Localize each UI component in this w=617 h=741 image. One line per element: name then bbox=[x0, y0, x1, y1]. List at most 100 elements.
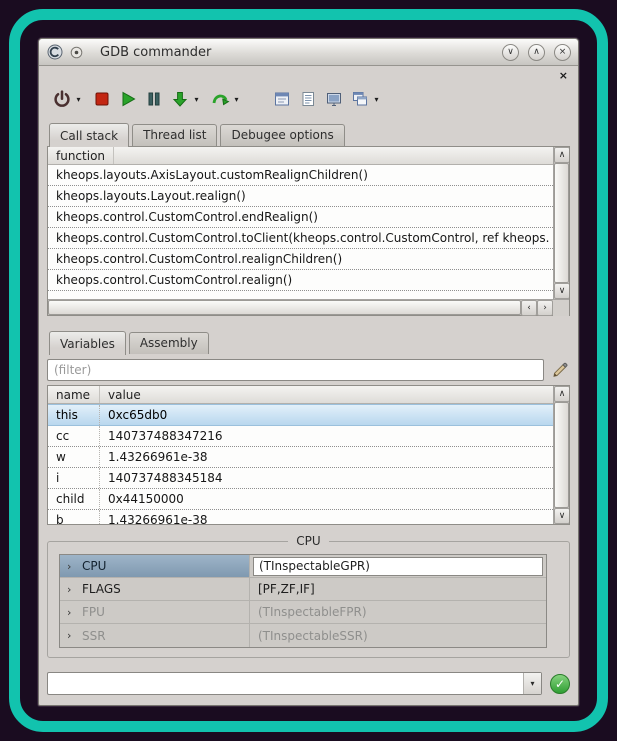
variable-value: 140737488345184 bbox=[100, 468, 553, 488]
titlebar[interactable]: GDB commander ∨ ∧ × bbox=[39, 39, 578, 66]
call-stack-panel: function kheops.layouts.AxisLayout.custo… bbox=[47, 146, 570, 316]
register-group-value: [PF,ZF,IF] bbox=[250, 578, 546, 600]
variable-row[interactable]: b 1.43266961e-38 bbox=[48, 510, 553, 524]
tab-assembly[interactable]: Assembly bbox=[129, 332, 209, 354]
gdb-commander-window: GDB commander ∨ ∧ × × ▾ bbox=[38, 38, 579, 706]
windows-view-button[interactable] bbox=[347, 86, 373, 112]
command-input[interactable] bbox=[48, 673, 523, 694]
column-header-value[interactable]: value bbox=[100, 386, 553, 403]
scrollbar-corner bbox=[553, 300, 569, 316]
cpu-register-row[interactable]: › CPU (TInspectableGPR) bbox=[60, 555, 546, 578]
clear-filter-icon[interactable] bbox=[550, 360, 570, 380]
call-stack-row[interactable]: kheops.control.CustomControl.endRealign(… bbox=[48, 207, 553, 228]
combo-dropdown-button[interactable]: ▾ bbox=[523, 673, 541, 694]
shade-button[interactable]: ∧ bbox=[528, 44, 545, 61]
call-stack-row[interactable]: kheops.layouts.AxisLayout.customRealignC… bbox=[48, 165, 553, 186]
scrollbar-thumb[interactable] bbox=[48, 300, 521, 315]
register-group-name: CPU bbox=[82, 559, 106, 573]
minimize-button[interactable]: ∨ bbox=[502, 44, 519, 61]
window-content: × ▾ ▾ ▾ bbox=[39, 66, 578, 705]
variable-name: b bbox=[48, 510, 100, 524]
inspector-tabbar: Variables Assembly bbox=[47, 330, 570, 354]
variable-row[interactable]: cc 140737488347216 bbox=[48, 426, 553, 447]
call-stack-horizontal-scrollbar[interactable]: ‹ › bbox=[48, 299, 569, 315]
variable-value: 0xc65db0 bbox=[100, 405, 553, 425]
tab-call-stack[interactable]: Call stack bbox=[49, 123, 129, 147]
variable-value: 1.43266961e-38 bbox=[100, 510, 553, 524]
step-over-button[interactable] bbox=[207, 86, 233, 112]
expander-icon[interactable]: › bbox=[67, 606, 75, 619]
variable-row[interactable]: i 140737488345184 bbox=[48, 468, 553, 489]
stack-tabbar: Call stack Thread list Debugee options bbox=[47, 122, 570, 146]
variable-row[interactable]: w 1.43266961e-38 bbox=[48, 447, 553, 468]
stop-button[interactable] bbox=[89, 86, 115, 112]
close-button[interactable]: × bbox=[554, 44, 571, 61]
step-into-button[interactable] bbox=[167, 86, 193, 112]
call-stack-row[interactable]: kheops.control.CustomControl.realign() bbox=[48, 270, 553, 291]
variable-row[interactable]: this 0xc65db0 bbox=[48, 404, 553, 426]
cpu-register-row[interactable]: › FPU (TInspectableFPR) bbox=[60, 601, 546, 624]
variable-name: cc bbox=[48, 426, 100, 446]
tab-thread-list[interactable]: Thread list bbox=[132, 124, 217, 146]
variable-row[interactable]: child 0x44150000 bbox=[48, 489, 553, 510]
cpu-register-row[interactable]: › SSR (TInspectableSSR) bbox=[60, 624, 546, 647]
register-group-value-field[interactable]: (TInspectableGPR) bbox=[253, 557, 543, 576]
variable-value: 0x44150000 bbox=[100, 489, 553, 509]
scroll-down-button[interactable]: ∨ bbox=[554, 283, 569, 299]
app-icon bbox=[46, 44, 63, 61]
variable-name: i bbox=[48, 468, 100, 488]
scroll-left-button[interactable]: ‹ bbox=[521, 300, 537, 316]
step-over-dropdown-caret-icon[interactable]: ▾ bbox=[231, 95, 242, 104]
dock-close-button[interactable]: × bbox=[559, 71, 568, 81]
register-group-value: (TInspectableFPR) bbox=[250, 601, 546, 623]
call-stack-row[interactable]: kheops.control.CustomControl.toClient(kh… bbox=[48, 228, 553, 249]
scroll-down-button[interactable]: ∨ bbox=[554, 508, 570, 524]
scroll-up-button[interactable]: ∧ bbox=[554, 386, 570, 402]
call-stack-row[interactable]: kheops.layouts.Layout.realign() bbox=[48, 186, 553, 207]
column-header-function[interactable]: function bbox=[48, 147, 114, 164]
console-view-button[interactable] bbox=[321, 86, 347, 112]
scrollbar-thumb[interactable] bbox=[554, 163, 569, 283]
cpu-groupbox: CPU › CPU (TInspectableGPR) › FLAGS bbox=[47, 541, 570, 658]
cpu-groupbox-title: CPU bbox=[48, 534, 569, 548]
tab-debugee-options[interactable]: Debugee options bbox=[220, 124, 344, 146]
register-group-name: FPU bbox=[82, 605, 105, 619]
watch-view-button[interactable] bbox=[269, 86, 295, 112]
titlebar-menu-icon[interactable] bbox=[68, 44, 85, 61]
expander-icon[interactable]: › bbox=[67, 583, 75, 596]
expander-icon[interactable]: › bbox=[67, 560, 75, 573]
windows-view-dropdown-caret-icon[interactable]: ▾ bbox=[371, 95, 382, 104]
expander-icon[interactable]: › bbox=[67, 629, 75, 642]
log-view-button[interactable] bbox=[295, 86, 321, 112]
scroll-right-button[interactable]: › bbox=[537, 300, 553, 316]
execute-command-button[interactable]: ✓ bbox=[550, 674, 570, 694]
register-group-value: (TInspectableSSR) bbox=[250, 624, 546, 647]
variables-vertical-scrollbar[interactable]: ∧ ∨ bbox=[553, 386, 569, 524]
variable-value: 140737488347216 bbox=[100, 426, 553, 446]
call-stack-vertical-scrollbar[interactable]: ∧ ∨ bbox=[553, 147, 569, 299]
dock-header: × bbox=[47, 66, 570, 82]
variable-name: child bbox=[48, 489, 100, 509]
debug-toolbar: ▾ ▾ ▾ bbox=[47, 82, 570, 116]
call-stack-row[interactable]: kheops.control.CustomControl.realignChil… bbox=[48, 249, 553, 270]
cpu-register-grid: › CPU (TInspectableGPR) › FLAGS [PF,ZF,I… bbox=[59, 554, 547, 648]
variable-name: this bbox=[48, 405, 100, 425]
step-into-dropdown-caret-icon[interactable]: ▾ bbox=[191, 95, 202, 104]
pause-button[interactable] bbox=[141, 86, 167, 112]
command-combobox[interactable]: ▾ bbox=[47, 672, 542, 695]
variable-value: 1.43266961e-38 bbox=[100, 447, 553, 467]
scroll-up-button[interactable]: ∧ bbox=[554, 147, 569, 163]
command-bar: ▾ ✓ bbox=[47, 672, 570, 695]
variables-header: name value bbox=[48, 386, 553, 404]
scrollbar-thumb[interactable] bbox=[554, 402, 569, 508]
call-stack-table: function kheops.layouts.AxisLayout.custo… bbox=[48, 147, 553, 299]
filter-row bbox=[47, 359, 570, 381]
cpu-register-row[interactable]: › FLAGS [PF,ZF,IF] bbox=[60, 578, 546, 601]
power-dropdown-caret-icon[interactable]: ▾ bbox=[73, 95, 84, 104]
filter-input[interactable] bbox=[47, 359, 544, 381]
debugger-power-button[interactable] bbox=[49, 86, 75, 112]
run-button[interactable] bbox=[115, 86, 141, 112]
tab-variables[interactable]: Variables bbox=[49, 331, 126, 355]
variables-table: name value this 0xc65db0 cc 140737488347… bbox=[48, 386, 553, 524]
column-header-name[interactable]: name bbox=[48, 386, 100, 403]
